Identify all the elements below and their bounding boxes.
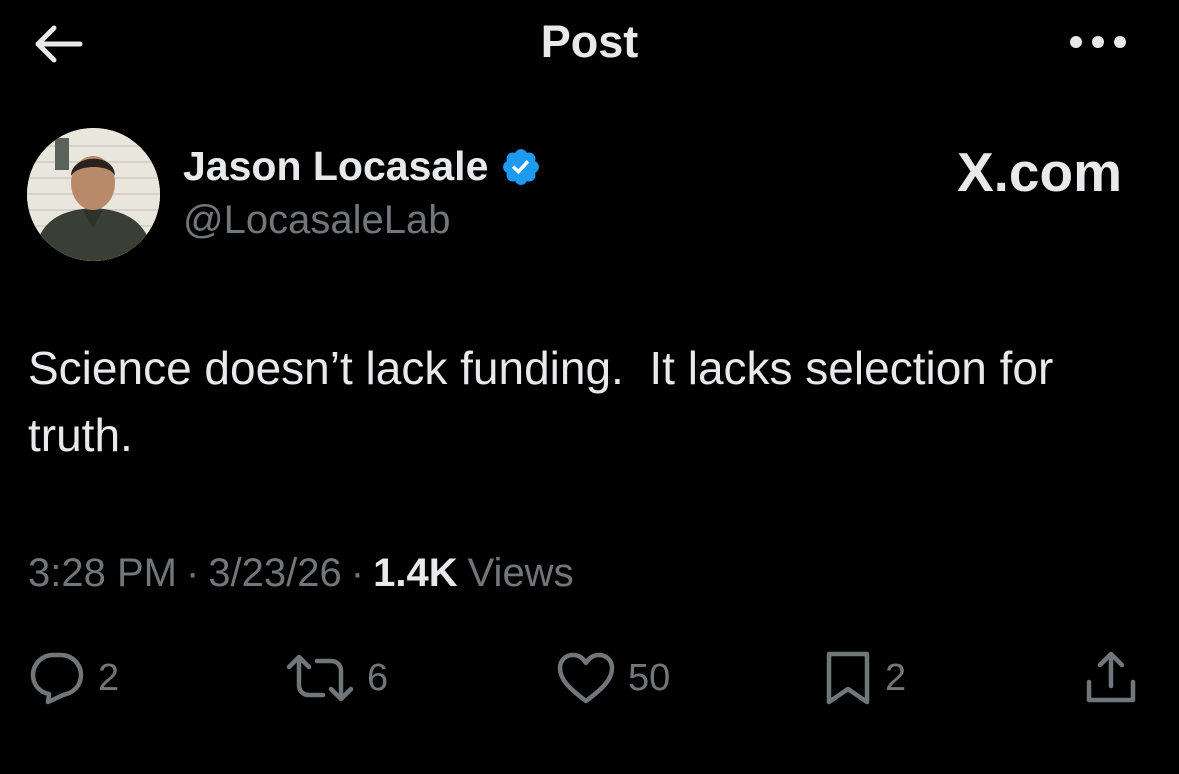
meta-separator: · (185, 551, 200, 595)
repost-icon (286, 654, 354, 702)
avatar[interactable] (27, 128, 160, 261)
author-name-text: Jason Locasale (183, 143, 489, 189)
views-count: 1.4K (373, 551, 458, 595)
share-button[interactable] (1083, 648, 1139, 708)
author-handle[interactable]: @LocasaleLab (183, 198, 450, 243)
like-button[interactable]: 50 (556, 648, 670, 708)
bookmark-icon (826, 651, 870, 705)
arrow-left-icon (35, 25, 83, 63)
reply-icon (30, 652, 84, 705)
post-text: Science doesn’t lack funding. It lacks s… (28, 342, 1067, 461)
bookmark-button[interactable]: 2 (823, 648, 906, 708)
avatar-photo (27, 128, 160, 261)
post-date[interactable]: 3/23/26 (208, 551, 341, 596)
post-time[interactable]: 3:28 PM (28, 551, 177, 596)
author-name[interactable]: Jason Locasale (183, 143, 542, 190)
more-options-button[interactable] (1069, 22, 1127, 62)
repost-count: 6 (367, 656, 389, 699)
reply-button[interactable]: 2 (28, 648, 119, 708)
post-meta: 3:28 PM · 3/23/26 · 1.4K Views (28, 551, 574, 596)
back-button[interactable] (30, 22, 90, 66)
more-horizontal-icon (1070, 36, 1126, 48)
views-label: Views (467, 551, 574, 595)
reply-count: 2 (98, 656, 120, 699)
repost-button[interactable]: 6 (285, 648, 388, 708)
watermark: X.com (956, 141, 1122, 203)
verified-badge-icon (503, 148, 540, 185)
like-count: 50 (628, 656, 671, 699)
share-icon (1086, 651, 1136, 703)
bookmark-count: 2 (885, 656, 907, 699)
page-title: Post (540, 16, 639, 67)
meta-separator: · (350, 551, 365, 595)
heart-icon (557, 652, 615, 704)
